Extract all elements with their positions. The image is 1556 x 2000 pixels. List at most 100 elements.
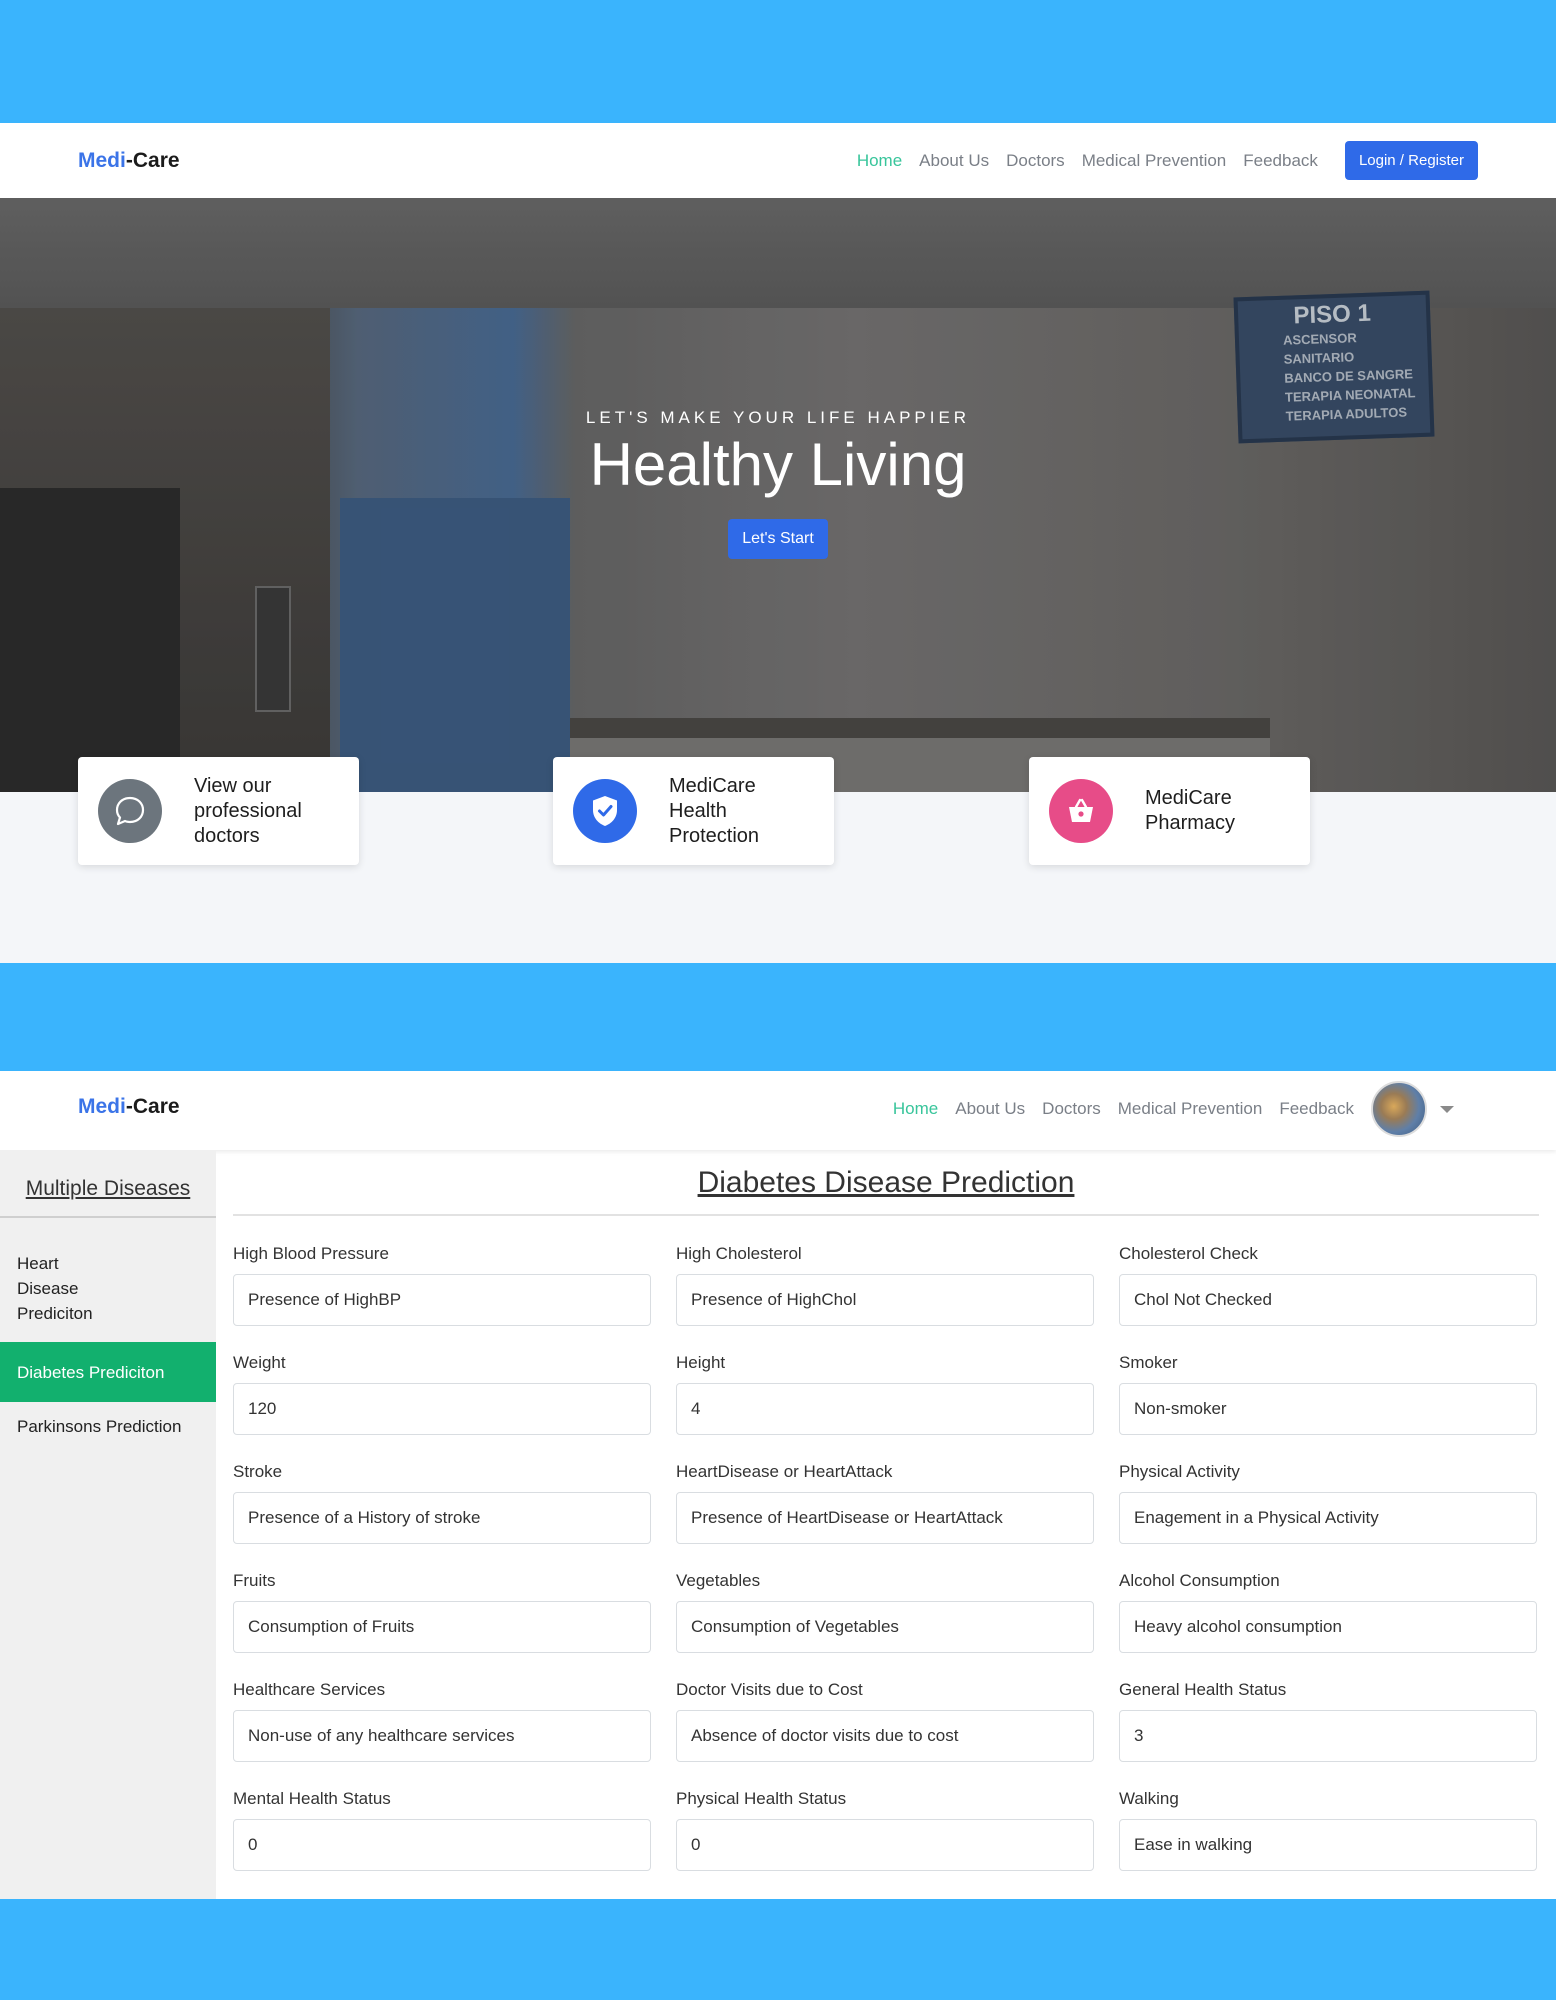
field-alcohol-consumption: Alcohol Consumption — [1119, 1571, 1537, 1653]
sidebar-item-diabetes[interactable]: Diabetes Prediciton — [0, 1342, 216, 1402]
field-label: Cholesterol Check — [1119, 1244, 1258, 1263]
lets-start-button[interactable]: Let's Start — [728, 519, 828, 559]
field-label: Mental Health Status — [233, 1789, 391, 1808]
weight-input[interactable] — [233, 1383, 651, 1435]
field-cholesterol-check: Cholesterol Check — [1119, 1244, 1537, 1326]
hero-banner: PISO 1 ASCENSOR SANITARIO BANCO DE SANGR… — [0, 198, 1556, 792]
shield-check-icon — [573, 779, 637, 843]
field-label: General Health Status — [1119, 1680, 1287, 1699]
field-label: Stroke — [233, 1462, 283, 1481]
fruits-input[interactable] — [233, 1601, 651, 1653]
cholesterol-check-input[interactable] — [1119, 1274, 1537, 1326]
brand-separator: - — [125, 148, 133, 172]
field-label: Weight — [233, 1353, 286, 1372]
field-stroke: Stroke — [233, 1462, 651, 1544]
nav-doctors[interactable]: Doctors — [1042, 1099, 1101, 1119]
field-label: Healthcare Services — [233, 1680, 386, 1699]
field-label: High Cholesterol — [676, 1244, 802, 1263]
doctor-visits-due-to-cost-input[interactable] — [676, 1710, 1094, 1762]
field-physical-activity: Physical Activity — [1119, 1462, 1537, 1544]
page-title: Diabetes Disease Prediction — [233, 1166, 1539, 1216]
nav-medical-prevention[interactable]: Medical Prevention — [1118, 1099, 1263, 1119]
brand-logo[interactable]: Medi-Care — [78, 149, 180, 173]
prediction-form: Diabetes Disease Prediction High Blood P… — [233, 1150, 1539, 1871]
brand-part-medi: Medi — [78, 1095, 126, 1118]
brand-part-care: Care — [132, 148, 180, 172]
nav-home[interactable]: Home — [893, 1099, 938, 1119]
physical-health-status-input[interactable] — [676, 1819, 1094, 1871]
field-label: Physical Activity — [1119, 1462, 1240, 1481]
field-label: Doctor Visits due to Cost — [676, 1680, 863, 1699]
field-doctor-visits-due-to-cost: Doctor Visits due to Cost — [676, 1680, 1094, 1762]
sidebar-title: Multiple Diseases — [0, 1177, 216, 1218]
basket-icon — [1049, 779, 1113, 843]
chevron-down-icon[interactable] — [1440, 1105, 1454, 1113]
prediction-screen: Medi-Care Home About Us Doctors Medical … — [0, 1071, 1556, 1899]
navbar: Medi-Care Home About Us Doctors Medical … — [0, 1071, 1556, 1150]
field-mental-health-status: Mental Health Status — [233, 1789, 651, 1871]
landing-screen: Medi-Care Home About Us Doctors Medical … — [0, 123, 1556, 963]
feature-card-pharmacy[interactable]: MediCare Pharmacy — [1029, 757, 1310, 865]
vegetables-input[interactable] — [676, 1601, 1094, 1653]
field-label: High Blood Pressure — [233, 1244, 389, 1263]
alcohol-consumption-input[interactable] — [1119, 1601, 1537, 1653]
field-label: Height — [676, 1353, 726, 1372]
field-label: Fruits — [233, 1571, 276, 1590]
hero-title: Healthy Living — [589, 431, 967, 498]
stroke-input[interactable] — [233, 1492, 651, 1544]
field-physical-health-status: Physical Health Status — [676, 1789, 1094, 1871]
sidebar-item-heart-disease[interactable]: Heart Disease Prediciton — [0, 1251, 140, 1326]
brand-separator: - — [125, 1095, 133, 1118]
hero-subtitle: LET'S MAKE YOUR LIFE HAPPIER — [585, 408, 971, 427]
sidebar-item-parkinsons[interactable]: Parkinsons Prediction — [0, 1414, 216, 1439]
feature-card-doctors[interactable]: View our professional doctors — [78, 757, 359, 865]
field-weight: Weight — [233, 1353, 651, 1435]
brand-part-medi: Medi — [78, 148, 126, 172]
field-label: Vegetables — [676, 1571, 761, 1590]
field-high-blood-pressure: High Blood Pressure — [233, 1244, 651, 1326]
nav-feedback[interactable]: Feedback — [1279, 1099, 1354, 1119]
login-register-button[interactable]: Login / Register — [1344, 141, 1478, 180]
field-high-cholesterol: High Cholesterol — [676, 1244, 1094, 1326]
high-cholesterol-input[interactable] — [676, 1274, 1094, 1326]
nav-feedback[interactable]: Feedback — [1243, 151, 1318, 171]
heartdisease-or-heartattack-input[interactable] — [676, 1492, 1094, 1544]
field-label: Alcohol Consumption — [1119, 1571, 1280, 1590]
field-healthcare-services: Healthcare Services — [233, 1680, 651, 1762]
chat-icon — [98, 779, 162, 843]
general-health-status-input[interactable] — [1119, 1710, 1537, 1762]
field-height: Height — [676, 1353, 1094, 1435]
field-label: Walking — [1119, 1789, 1179, 1808]
field-label: Smoker — [1119, 1353, 1178, 1372]
high-blood-pressure-input[interactable] — [233, 1274, 651, 1326]
nav-about-us[interactable]: About Us — [919, 151, 989, 171]
field-fruits: Fruits — [233, 1571, 651, 1653]
field-label: Physical Health Status — [676, 1789, 847, 1808]
nav-links: Home About Us Doctors Medical Prevention… — [893, 1081, 1454, 1137]
nav-medical-prevention[interactable]: Medical Prevention — [1082, 151, 1227, 171]
field-smoker: Smoker — [1119, 1353, 1537, 1435]
field-general-health-status: General Health Status — [1119, 1680, 1537, 1762]
nav-home[interactable]: Home — [857, 151, 902, 171]
navbar: Medi-Care Home About Us Doctors Medical … — [0, 123, 1556, 198]
feature-text: MediCare Pharmacy — [1145, 787, 1236, 834]
physical-activity-input[interactable] — [1119, 1492, 1537, 1544]
field-vegetables: Vegetables — [676, 1571, 1094, 1653]
avatar[interactable] — [1371, 1081, 1427, 1137]
nav-links: Home About Us Doctors Medical Prevention… — [857, 141, 1478, 180]
brand-part-care: Care — [132, 1095, 180, 1118]
feature-text: View our professional doctors — [194, 774, 302, 847]
sidebar: Multiple Diseases Heart Disease Predicit… — [0, 1150, 216, 1899]
walking-input[interactable] — [1119, 1819, 1537, 1871]
healthcare-services-input[interactable] — [233, 1710, 651, 1762]
feature-text: MediCare Health Protection — [669, 774, 760, 847]
brand-logo[interactable]: Medi-Care — [78, 1095, 180, 1119]
height-input[interactable] — [676, 1383, 1094, 1435]
nav-about-us[interactable]: About Us — [955, 1099, 1025, 1119]
mental-health-status-input[interactable] — [233, 1819, 651, 1871]
field-heartdisease-or-heartattack: HeartDisease or HeartAttack — [676, 1462, 1094, 1544]
nav-doctors[interactable]: Doctors — [1006, 151, 1065, 171]
field-label: HeartDisease or HeartAttack — [676, 1462, 893, 1481]
smoker-input[interactable] — [1119, 1383, 1537, 1435]
feature-card-protection[interactable]: MediCare Health Protection — [553, 757, 834, 865]
